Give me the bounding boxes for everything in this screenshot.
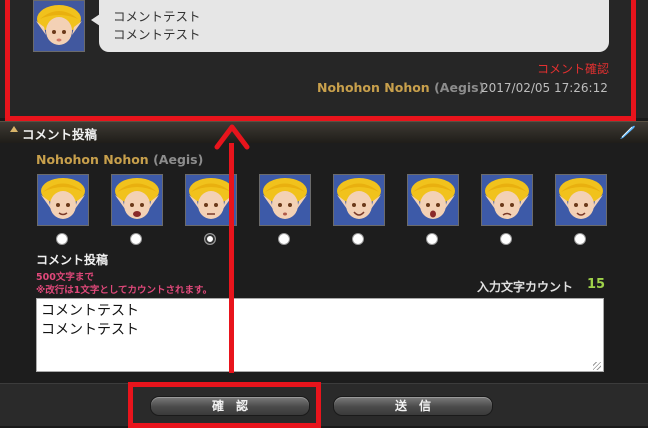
expression-radio-3[interactable] <box>204 233 216 245</box>
expression-option-8[interactable] <box>555 174 607 226</box>
lalafell-portrait-icon <box>260 175 310 225</box>
lalafell-portrait-icon <box>38 175 88 225</box>
comment-author-name[interactable]: Nohohon Nohon <box>317 80 430 95</box>
lalafell-portrait-icon <box>408 175 458 225</box>
lalafell-portrait-icon <box>34 1 84 51</box>
comment-confirm-link[interactable]: コメント確認 <box>537 60 609 77</box>
expression-radio-5[interactable] <box>352 233 364 245</box>
send-button[interactable]: 送信 <box>333 396 493 416</box>
compose-header-title[interactable]: コメント投稿 <box>22 124 97 143</box>
confirm-button[interactable]: 確認 <box>150 396 310 416</box>
expression-option-1[interactable] <box>37 174 89 226</box>
expression-radio-6[interactable] <box>426 233 438 245</box>
expression-radio-4[interactable] <box>278 233 290 245</box>
expression-option-4[interactable] <box>259 174 311 226</box>
expression-option-2[interactable] <box>111 174 163 226</box>
lalafell-portrait-icon <box>482 175 532 225</box>
annotation-arrow-up-icon <box>214 124 250 150</box>
compose-author-name: Nohohon Nohon <box>36 152 149 167</box>
char-count-label: 入力文字カウント <box>477 280 574 294</box>
comment-author[interactable]: Nohohon Nohon (Aegis) <box>317 80 484 95</box>
expression-radio-2[interactable] <box>130 233 142 245</box>
feather-quill-icon[interactable] <box>618 124 636 140</box>
compose-author: Nohohon Nohon (Aegis) <box>36 152 203 167</box>
expression-radio-1[interactable] <box>56 233 68 245</box>
comment-textarea[interactable]: コメントテスト コメントテスト <box>36 298 604 372</box>
annotation-arrow-shaft <box>229 143 234 373</box>
compose-header[interactable] <box>0 121 648 145</box>
comment-text: コメントテスト コメントテスト <box>113 9 201 42</box>
expression-option-5[interactable] <box>333 174 385 226</box>
compose-author-world: (Aegis) <box>153 152 204 167</box>
expression-option-7[interactable] <box>481 174 533 226</box>
comment-timestamp: 2017/02/05 17:26:12 <box>481 81 608 95</box>
lalafell-portrait-icon <box>112 175 162 225</box>
comment-avatar <box>33 0 85 52</box>
triangle-up-icon[interactable] <box>10 126 18 132</box>
expression-radio-8[interactable] <box>574 233 586 245</box>
resize-grip-icon[interactable] <box>593 362 601 370</box>
action-bar <box>0 383 648 426</box>
expression-option-6[interactable] <box>407 174 459 226</box>
hint-newline-count: ※改行は1文字としてカウントされます。 <box>36 285 213 296</box>
char-count-value: 15 <box>587 277 606 292</box>
expression-radio-7[interactable] <box>500 233 512 245</box>
lalafell-portrait-icon <box>334 175 384 225</box>
comment-author-world: (Aegis) <box>434 80 485 95</box>
compose-label: コメント投稿 <box>36 253 109 267</box>
lalafell-portrait-icon <box>556 175 606 225</box>
hint-char-limit: 500文字まで <box>36 272 94 283</box>
